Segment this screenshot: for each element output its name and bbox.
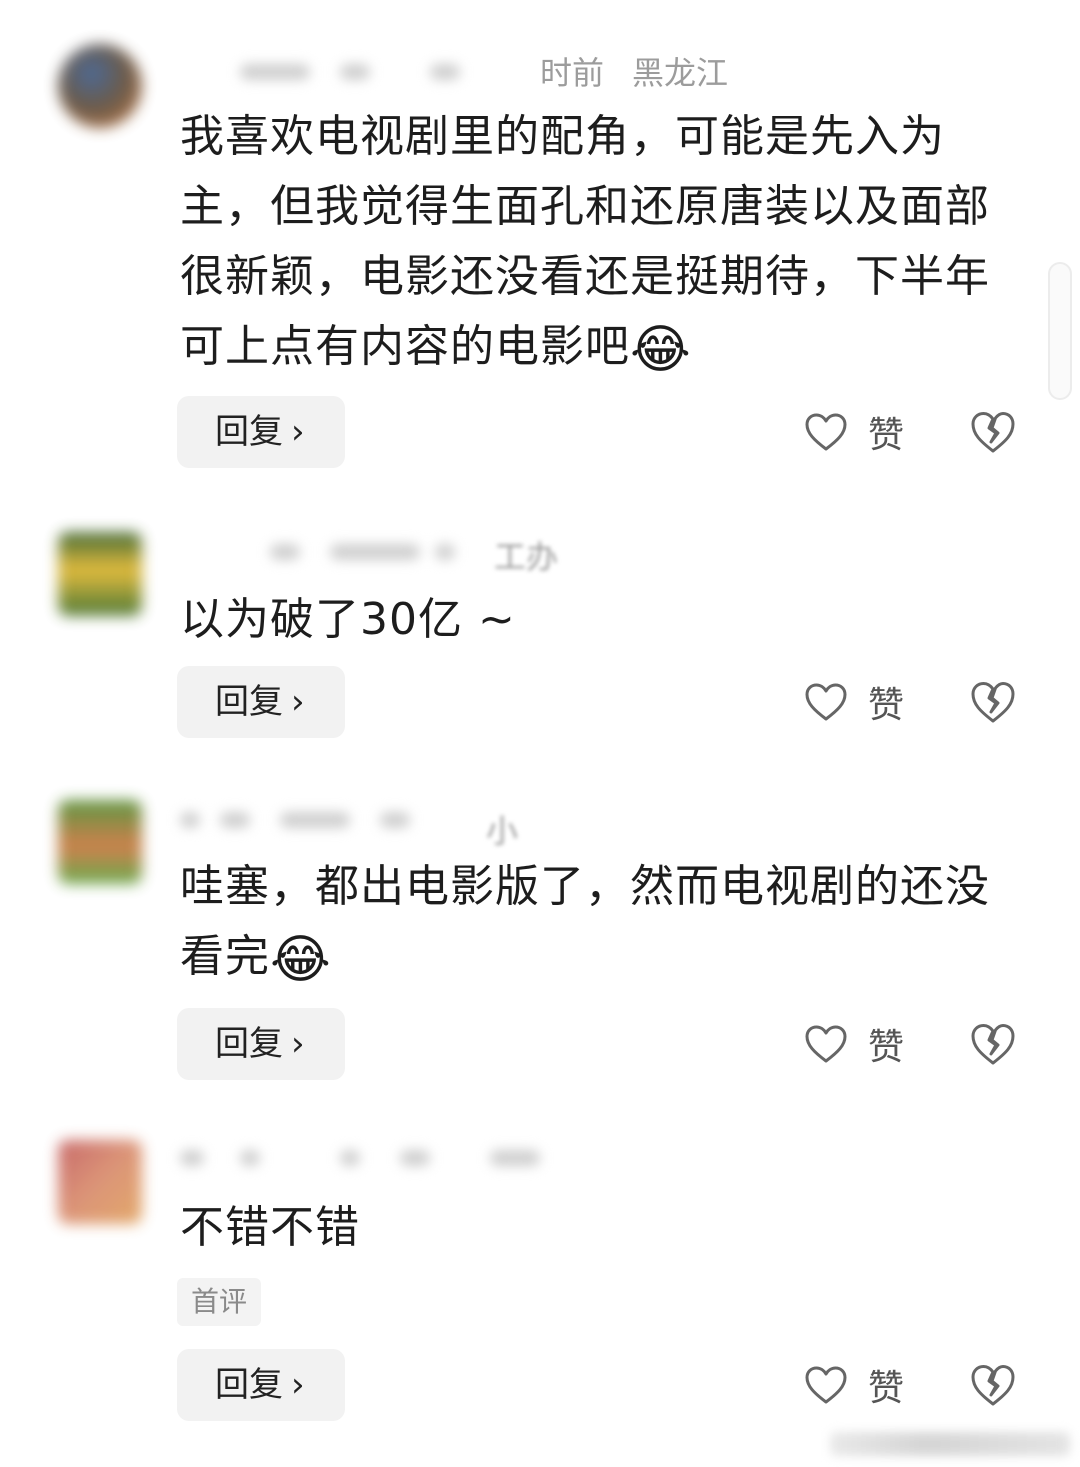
laughing-emoji-icon: 😂 bbox=[270, 930, 332, 990]
chevron-right-icon: › bbox=[291, 1024, 305, 1064]
heart-outline-icon bbox=[805, 413, 847, 451]
comment-meta: 小 bbox=[486, 812, 519, 850]
comment-time: 时前 bbox=[540, 54, 605, 92]
reply-button[interactable]: 回复 › bbox=[177, 396, 345, 468]
reply-label: 回复 bbox=[215, 1024, 283, 1064]
like-label: 赞 bbox=[868, 685, 905, 726]
username-blurred[interactable] bbox=[180, 1138, 560, 1178]
first-comment-badge: 首评 bbox=[177, 1278, 261, 1326]
comment-text: 哇塞，都出电影版了，然而电视剧的还没看完😂 bbox=[180, 852, 1010, 992]
broken-heart-icon[interactable] bbox=[970, 1362, 1016, 1408]
avatar[interactable] bbox=[58, 1140, 142, 1224]
scrollbar[interactable] bbox=[1048, 262, 1072, 400]
like-button[interactable]: 赞 bbox=[804, 1014, 904, 1074]
broken-heart-icon[interactable] bbox=[970, 679, 1016, 725]
reply-button[interactable]: 回复 › bbox=[177, 1349, 345, 1421]
broken-heart-icon[interactable] bbox=[970, 409, 1016, 455]
reply-button[interactable]: 回复 › bbox=[177, 1008, 345, 1080]
avatar[interactable] bbox=[58, 532, 142, 616]
comment-body: 不错不错 bbox=[180, 1202, 360, 1253]
comment-text: 以为破了30亿 ~ bbox=[180, 585, 1010, 655]
comment-meta: 工办 bbox=[494, 538, 559, 576]
comment-body: 以为破了30亿 ~ bbox=[180, 594, 516, 645]
like-label: 赞 bbox=[868, 415, 905, 456]
heart-outline-icon bbox=[805, 1025, 847, 1063]
chevron-right-icon: › bbox=[291, 412, 305, 452]
like-button[interactable]: 赞 bbox=[804, 1355, 904, 1415]
broken-heart-icon[interactable] bbox=[970, 1021, 1016, 1067]
username-blurred[interactable] bbox=[180, 52, 560, 92]
like-label: 赞 bbox=[868, 1027, 905, 1068]
reply-label: 回复 bbox=[215, 682, 283, 722]
comment-text: 不错不错 bbox=[180, 1193, 1010, 1263]
reply-label: 回复 bbox=[215, 1365, 283, 1405]
comment-body: 我喜欢电视剧里的配角，可能是先入为主，但我觉得生面孔和还原唐装以及面部很新颖，电… bbox=[180, 111, 990, 372]
like-label: 赞 bbox=[868, 1368, 905, 1409]
comment-text: 我喜欢电视剧里的配角，可能是先入为主，但我觉得生面孔和还原唐装以及面部很新颖，电… bbox=[180, 102, 1010, 382]
reply-label: 回复 bbox=[215, 412, 283, 452]
reply-button[interactable]: 回复 › bbox=[177, 666, 345, 738]
watermark-blurred bbox=[830, 1432, 1070, 1456]
laughing-emoji-icon: 😂 bbox=[630, 320, 692, 380]
like-button[interactable]: 赞 bbox=[804, 402, 904, 462]
avatar[interactable] bbox=[58, 44, 142, 128]
chevron-right-icon: › bbox=[291, 1365, 305, 1405]
chevron-right-icon: › bbox=[291, 682, 305, 722]
avatar[interactable] bbox=[58, 800, 142, 884]
heart-outline-icon bbox=[805, 1366, 847, 1404]
comment-location: 黑龙江 bbox=[632, 54, 729, 92]
heart-outline-icon bbox=[805, 683, 847, 721]
like-button[interactable]: 赞 bbox=[804, 672, 904, 732]
